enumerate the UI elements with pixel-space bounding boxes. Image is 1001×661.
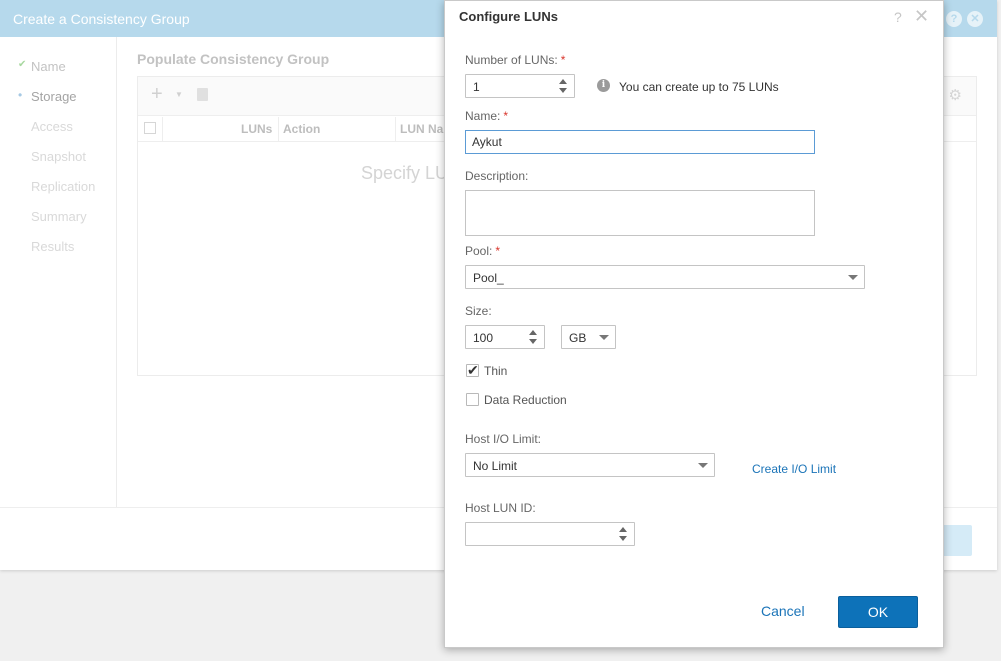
host-lun-id-stepper[interactable] xyxy=(465,522,635,546)
lun-limit-info: You can create up to 75 LUNs xyxy=(619,80,779,94)
increment-arrow-icon[interactable] xyxy=(559,79,567,84)
step-label: Replication xyxy=(31,179,96,194)
column-header-lun-name[interactable]: LUN Na xyxy=(400,122,443,136)
chevron-down-icon xyxy=(599,335,609,340)
data-reduction-checkbox[interactable] xyxy=(466,393,479,406)
size-unit-select[interactable]: GB xyxy=(561,325,616,349)
host-io-limit-select[interactable]: No Limit xyxy=(465,453,715,477)
name-field[interactable] xyxy=(465,130,815,154)
step-label: Storage xyxy=(31,89,77,104)
name-label: Name: * xyxy=(465,109,509,123)
help-icon[interactable]: ? xyxy=(894,9,902,25)
trash-icon[interactable] xyxy=(197,88,208,101)
chevron-down-icon xyxy=(698,463,708,468)
check-icon: ✔ xyxy=(18,59,27,70)
section-title: Populate Consistency Group xyxy=(137,51,330,67)
number-of-luns-value: 1 xyxy=(473,80,480,94)
cancel-button[interactable]: Cancel xyxy=(761,603,805,619)
step-label: Results xyxy=(31,239,75,254)
step-replication: Replication xyxy=(31,179,95,194)
step-access: Access xyxy=(31,119,73,134)
stepper-arrows[interactable] xyxy=(559,78,569,94)
pool-label: Pool: * xyxy=(465,244,501,258)
select-all-checkbox[interactable] xyxy=(144,122,156,134)
step-label: Summary xyxy=(31,209,87,224)
step-snapshot: Snapshot xyxy=(31,149,86,164)
step-label: Name xyxy=(31,59,66,74)
description-label: Description: xyxy=(465,169,529,183)
close-icon[interactable]: ✕ xyxy=(914,6,929,26)
stepper-arrows[interactable] xyxy=(619,526,629,542)
gear-icon[interactable]: ⚙ xyxy=(949,86,962,104)
stepper-arrows[interactable] xyxy=(529,329,539,345)
close-icon[interactable]: ✕ xyxy=(967,11,983,27)
info-icon: i xyxy=(597,79,610,92)
thin-label[interactable]: Thin xyxy=(484,364,507,378)
chevron-down-icon[interactable]: ▼ xyxy=(175,90,183,99)
step-name[interactable]: ✔ Name xyxy=(18,59,66,74)
checkmark-icon: ✔ xyxy=(467,362,479,378)
pool-select[interactable]: Pool_ xyxy=(465,265,865,289)
step-results: Results xyxy=(31,239,74,254)
description-field[interactable] xyxy=(465,190,815,236)
size-value: 100 xyxy=(473,331,494,345)
increment-arrow-icon[interactable] xyxy=(529,330,537,335)
number-of-luns-stepper[interactable]: 1 xyxy=(465,74,575,98)
column-divider xyxy=(278,117,279,142)
decrement-arrow-icon[interactable] xyxy=(619,536,627,541)
step-storage[interactable]: • Storage xyxy=(18,88,77,104)
help-icon[interactable]: ? xyxy=(946,11,962,27)
step-label: Access xyxy=(31,119,73,134)
column-divider xyxy=(395,117,396,142)
decrement-arrow-icon[interactable] xyxy=(559,88,567,93)
configure-luns-dialog: Configure LUNs ? ✕ Number of LUNs: * 1 i … xyxy=(444,0,944,648)
data-reduction-label[interactable]: Data Reduction xyxy=(484,393,567,407)
column-header-action[interactable]: Action xyxy=(283,122,320,136)
ok-button[interactable]: OK xyxy=(838,596,918,628)
dialog-title: Configure LUNs xyxy=(459,9,558,24)
add-icon[interactable]: + xyxy=(151,83,163,106)
size-label: Size: xyxy=(465,304,492,318)
thin-checkbox[interactable]: ✔ xyxy=(466,362,479,378)
size-stepper[interactable]: 100 xyxy=(465,325,545,349)
column-divider xyxy=(162,117,163,142)
host-io-limit-label: Host I/O Limit: xyxy=(465,432,542,446)
column-header-luns[interactable]: LUNs xyxy=(241,122,272,136)
size-unit-value: GB xyxy=(569,331,587,345)
step-label: Snapshot xyxy=(31,149,86,164)
host-io-limit-value: No Limit xyxy=(473,459,518,473)
increment-arrow-icon[interactable] xyxy=(619,527,627,532)
bullet-icon: • xyxy=(18,88,23,102)
number-of-luns-label: Number of LUNs: * xyxy=(465,53,566,67)
grid-empty-message: Specify LU xyxy=(361,163,449,183)
chevron-down-icon xyxy=(848,275,858,280)
wizard-steps: ✔ Name • Storage Access Snapshot Replica… xyxy=(0,37,117,507)
step-summary: Summary xyxy=(31,209,87,224)
create-io-limit-link[interactable]: Create I/O Limit xyxy=(752,462,836,476)
pool-value: Pool_ xyxy=(473,271,504,285)
host-lun-id-label: Host LUN ID: xyxy=(465,501,536,515)
decrement-arrow-icon[interactable] xyxy=(529,339,537,344)
wizard-title: Create a Consistency Group xyxy=(13,11,190,27)
